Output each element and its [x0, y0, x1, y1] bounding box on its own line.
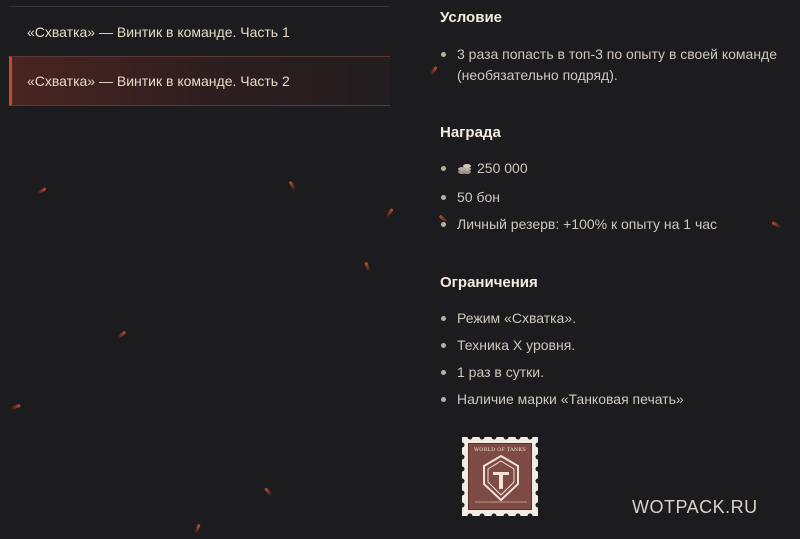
reward-item-credits: 250 000 — [440, 158, 790, 181]
condition-list: 3 раза попасть в топ-3 по опыту в своей … — [440, 44, 790, 86]
reward-list: 250 000 50 бон Личный резерв: +100% к оп… — [440, 158, 790, 235]
restriction-item: Режим «Схватка». — [440, 308, 790, 329]
reward-title: Награда — [440, 124, 501, 141]
tank-stamp-icon: WORLD OF TANKS — [462, 437, 538, 516]
reward-item-reserve: Личный резерв: +100% к опыту на 1 час — [440, 214, 790, 235]
restriction-item: Техника X уровня. — [440, 335, 790, 356]
restrictions-title: Ограничения — [440, 274, 538, 291]
mission-item-label: «Схватка» — Винтик в команде. Часть 1 — [27, 23, 290, 40]
condition-title: Условие — [440, 9, 503, 26]
restriction-item: 1 раз в сутки. — [440, 362, 790, 383]
restrictions-list: Режим «Схватка». Техника X уровня. 1 раз… — [440, 308, 790, 410]
mission-item-label: «Схватка» — Винтик в команде. Часть 2 — [27, 73, 290, 89]
reward-item-bonds: 50 бон — [440, 187, 790, 208]
restriction-item: Наличие марки «Танковая печать» — [440, 389, 790, 410]
condition-item: 3 раза попасть в топ-3 по опыту в своей … — [440, 44, 790, 86]
mission-list: «Схватка» — Винтик в команде. Часть 1 «С… — [9, 6, 390, 106]
credits-icon — [457, 160, 472, 181]
mission-item-part-1[interactable]: «Схватка» — Винтик в команде. Часть 1 — [9, 6, 390, 56]
site-watermark: WOTPACK.RU — [632, 497, 758, 517]
mission-item-part-2[interactable]: «Схватка» — Винтик в команде. Часть 2 — [9, 56, 390, 106]
